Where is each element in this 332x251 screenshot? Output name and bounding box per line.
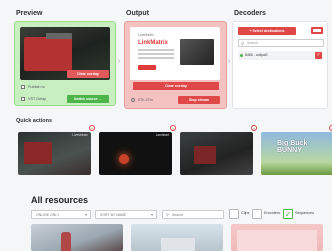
select-destinations-button[interactable]: + Select destinations — [238, 27, 296, 35]
resource-thumbnail[interactable] — [31, 224, 123, 251]
resource-scene-figure — [161, 238, 195, 251]
preview-title: Preview — [16, 10, 43, 17]
output-panel: LiveMatrix LinkMatrix Clear overlay 07h … — [124, 21, 227, 109]
stream-timer: 07h 37m — [138, 98, 153, 102]
resource-scene-figure — [61, 232, 71, 251]
check-icon[interactable]: ✓ — [315, 52, 322, 59]
switch-source-button[interactable]: Switch source → — [67, 95, 109, 103]
output-thumbnail[interactable]: LiveMatrix LinkMatrix — [130, 27, 220, 80]
output-thumb-text-lines — [138, 49, 174, 51]
encoders-checkbox[interactable] — [252, 209, 262, 219]
clips-checkbox[interactable] — [229, 209, 239, 219]
sequences-checkbox[interactable]: ✓ — [283, 209, 293, 219]
decoders-search-input[interactable]: ⚲ Search — [238, 39, 324, 47]
quick-action-scene-light — [119, 154, 129, 164]
view-toggle-button[interactable] — [311, 27, 323, 34]
preview-scene-tag — [46, 33, 72, 39]
preview-scene-object — [24, 37, 72, 71]
remove-quick-action-icon[interactable]: × — [170, 125, 176, 131]
chevron-right-icon-2: › — [228, 58, 231, 65]
vst-delay-label: VST Delay — [28, 97, 47, 101]
vst-delay-checkbox[interactable] — [21, 97, 25, 101]
preview-clear-overlay-button[interactable]: Clear overlay — [67, 70, 109, 78]
decoders-panel: + Select destinations ⚲ Search 8460 - ou… — [232, 21, 328, 109]
resources-search-input[interactable]: ⚲ Search — [162, 210, 224, 219]
quick-action-label: Landstart — [155, 133, 169, 137]
output-thumb-cta — [138, 65, 156, 70]
publish-to-checkbox[interactable] — [21, 85, 25, 89]
output-thumb-headline: LinkMatrix — [138, 40, 169, 46]
quick-action-item[interactable] — [180, 132, 253, 175]
all-resources-title: All resources — [31, 195, 89, 205]
status-dot-icon — [240, 54, 243, 57]
online-filter-select[interactable]: ONLINE ONLY ▾ — [31, 210, 91, 219]
output-title: Output — [126, 10, 149, 17]
remove-quick-action-icon[interactable]: × — [89, 125, 95, 131]
decoders-title: Decoders — [234, 10, 266, 17]
clips-label: Clips — [241, 211, 250, 215]
quick-action-item[interactable]: Landstart — [99, 132, 172, 175]
search-icon: ⚲ — [241, 41, 244, 46]
chevron-down-icon: ▾ — [150, 212, 153, 217]
online-filter-value: ONLINE ONLY — [36, 213, 60, 217]
clock-icon — [131, 98, 135, 102]
remove-quick-action-icon[interactable]: × — [251, 125, 257, 131]
quick-action-title-art: Big Buck BUNNY — [277, 140, 308, 154]
quick-action-item[interactable]: Livestream — [18, 132, 91, 175]
resource-scene-figure — [237, 230, 317, 251]
encoders-label: Encoders — [264, 211, 281, 215]
decoder-item-label: 8460 - output2 — [245, 53, 268, 57]
output-clear-overlay-button[interactable]: Clear overlay — [133, 82, 219, 90]
search-icon: ⚲ — [166, 212, 169, 217]
quick-action-scene-object — [24, 142, 52, 164]
output-thumb-image — [180, 39, 214, 65]
resources-search-placeholder: Search — [172, 213, 184, 217]
chevron-right-icon: › — [118, 58, 121, 65]
quick-actions-strip: Livestream × Landstart × × Big Buck BUNN… — [14, 125, 332, 176]
chevron-down-icon: ▾ — [84, 212, 87, 217]
quick-actions-title: Quick actions — [16, 118, 53, 124]
resource-thumbnail[interactable] — [231, 224, 323, 251]
resource-thumbnail[interactable] — [131, 224, 223, 251]
decoder-list-item[interactable]: 8460 - output2 ✓ — [238, 51, 324, 60]
preview-panel: Clear overlay Publish to VST Delay Switc… — [14, 21, 116, 106]
quick-action-scene-object — [194, 146, 216, 164]
sequences-label: Sequences — [295, 211, 314, 215]
quick-action-item[interactable]: Big Buck BUNNY — [261, 132, 332, 175]
decoders-search-placeholder: Search — [247, 41, 259, 45]
stop-stream-button[interactable]: Stop stream — [178, 96, 220, 104]
publish-to-label: Publish to — [28, 85, 45, 89]
output-thumb-brand: LiveMatrix — [138, 33, 154, 37]
quick-action-label: Livestream — [72, 133, 88, 137]
sort-value: SORT BY NAME — [100, 213, 127, 217]
sort-select[interactable]: SORT BY NAME ▾ — [95, 210, 157, 219]
